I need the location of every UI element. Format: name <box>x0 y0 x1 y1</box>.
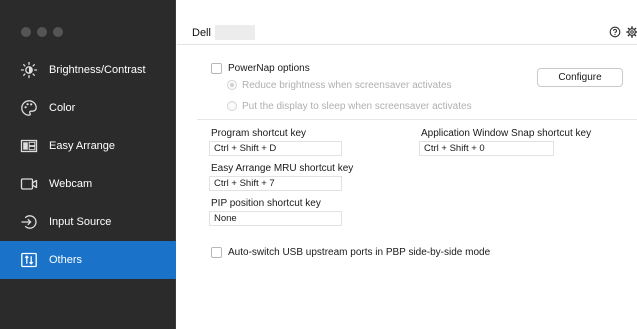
gear-icon[interactable] <box>626 26 637 38</box>
snap-shortcut-label: Application Window Snap shortcut key <box>421 128 592 139</box>
pip-shortcut-field[interactable]: None <box>209 211 342 226</box>
sidebar-item-color[interactable]: Color <box>0 89 176 127</box>
reduce-brightness-label: Reduce brightness when screensaver activ… <box>242 80 452 91</box>
webcam-icon <box>20 175 38 193</box>
powernap-checkbox[interactable] <box>211 63 222 74</box>
sidebar-item-input-source[interactable]: Input Source <box>0 203 176 241</box>
sidebar-item-brightness-contrast[interactable]: Brightness/Contrast <box>0 51 176 89</box>
snap-shortcut-field[interactable]: Ctrl + Shift + 0 <box>419 141 554 156</box>
easy-arrange-shortcut-label: Easy Arrange MRU shortcut key <box>211 163 354 174</box>
sidebar-item-label: Others <box>49 254 83 266</box>
input-source-icon <box>20 213 38 231</box>
others-icon <box>20 251 38 269</box>
powernap-label: PowerNap options <box>228 63 310 74</box>
sidebar-item-label: Brightness/Contrast <box>49 64 146 76</box>
sidebar-item-webcam[interactable]: Webcam <box>0 165 176 203</box>
close-window-button[interactable] <box>21 27 31 37</box>
sidebar-item-easy-arrange[interactable]: Easy Arrange <box>0 127 176 165</box>
sidebar-item-label: Easy Arrange <box>49 140 116 152</box>
palette-icon <box>20 99 38 117</box>
sidebar-item-label: Input Source <box>49 216 112 228</box>
configure-button[interactable]: Configure <box>537 68 623 87</box>
sidebar-item-label: Color <box>49 102 76 114</box>
easy-arrange-icon <box>20 137 38 155</box>
sidebar-item-label: Webcam <box>49 178 93 190</box>
sleep-display-radio[interactable] <box>227 101 237 111</box>
pip-shortcut-label: PIP position shortcut key <box>211 198 321 209</box>
program-shortcut-label: Program shortcut key <box>211 128 307 139</box>
section-divider <box>197 119 637 120</box>
usb-auto-switch-label: Auto-switch USB upstream ports in PBP si… <box>228 247 491 258</box>
monitor-model-name: Dell <box>192 27 211 39</box>
sleep-display-label: Put the display to sleep when screensave… <box>242 101 472 112</box>
minimize-window-button[interactable] <box>37 27 47 37</box>
easy-arrange-shortcut-field[interactable]: Ctrl + Shift + 7 <box>209 176 342 191</box>
zoom-window-button[interactable] <box>53 27 63 37</box>
reduce-brightness-radio[interactable] <box>227 80 237 90</box>
header-bar: Dell <box>177 0 637 45</box>
main-panel: Dell PowerNap options Reduce brightness … <box>177 0 637 329</box>
program-shortcut-field[interactable]: Ctrl + Shift + D <box>209 141 342 156</box>
sidebar: Brightness/Contrast Color Easy Arrange W… <box>0 0 176 329</box>
model-name-redaction <box>215 25 255 40</box>
brightness-icon <box>20 61 38 79</box>
help-icon[interactable] <box>609 26 621 38</box>
sidebar-item-others[interactable]: Others <box>0 241 176 279</box>
usb-auto-switch-checkbox[interactable] <box>211 247 222 258</box>
